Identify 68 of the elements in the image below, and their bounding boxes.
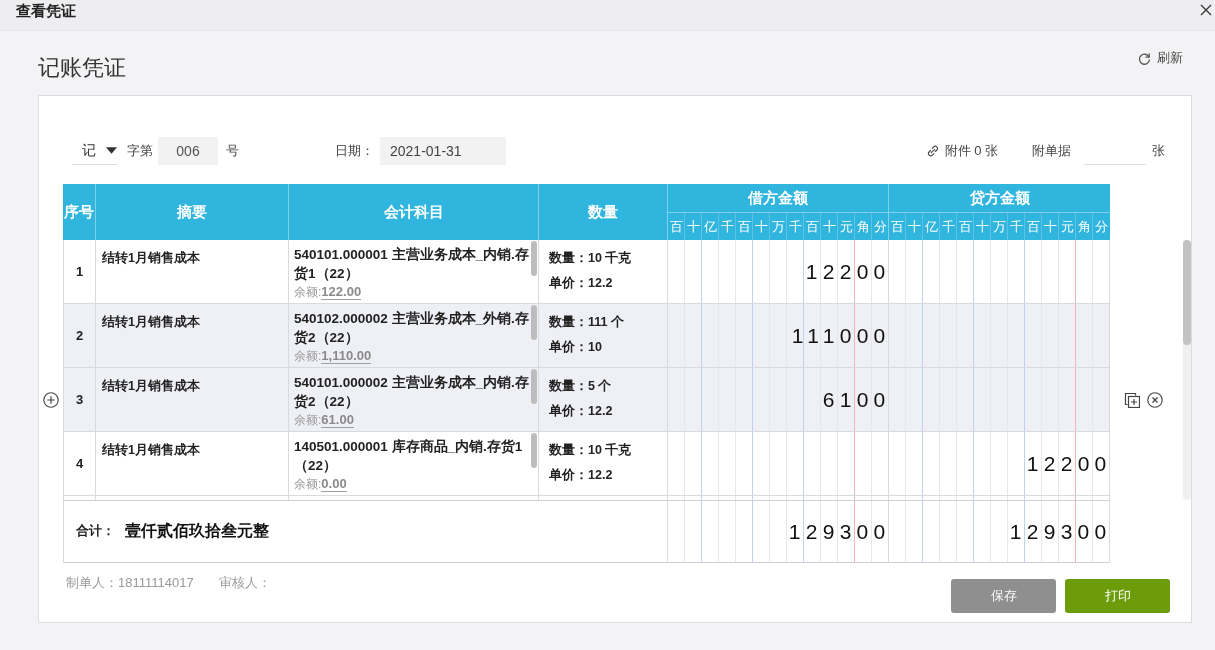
balance-link[interactable]: 1,110.00 — [321, 348, 372, 364]
voucher-number-field[interactable]: 006 — [158, 137, 218, 165]
copy-icon[interactable] — [1124, 392, 1140, 408]
account-text: 540102.000002 主营业务成本_外销.存货2（22） — [294, 310, 529, 347]
balance-link[interactable]: 122.00 — [321, 284, 362, 300]
balance-link[interactable]: 0.00 — [321, 476, 347, 492]
balance-link[interactable]: 61.00 — [321, 412, 354, 428]
summary-text: 结转1月销售成本 — [102, 315, 200, 329]
documents-unit-label: 张 — [1152, 142, 1165, 160]
row-number: 3 — [75, 392, 84, 407]
window-title: 查看凭证 — [16, 2, 76, 19]
print-button[interactable]: 打印 — [1065, 579, 1170, 613]
plus-circle-icon[interactable] — [43, 392, 59, 408]
page-title: 记账凭证 — [38, 54, 126, 82]
unit-price-text: 单价：12.2 — [549, 467, 614, 484]
row-number: 1 — [75, 264, 84, 279]
number-prefix-label: 字第 — [127, 142, 153, 160]
close-icon[interactable] — [1200, 4, 1212, 16]
scrollbar-thumb[interactable] — [1183, 240, 1191, 345]
total-label: 合计： — [76, 523, 115, 540]
balance-label: 余额: — [294, 476, 322, 493]
row-number: 4 — [75, 456, 84, 471]
cell-scrollbar-thumb[interactable] — [531, 241, 537, 276]
maker-text: 制单人：18111114017 — [66, 574, 194, 592]
quantity-text: 数量：5 个 — [549, 378, 613, 395]
account-text: 540101.000002 主营业务成本_内销.存货2（22） — [294, 374, 529, 411]
voucher-type-select[interactable]: 记 — [72, 137, 117, 165]
column-header: 借方金额 — [746, 187, 809, 208]
column-header: 贷方金额 — [968, 187, 1031, 208]
attachments-link[interactable]: 附件 0 张 — [926, 142, 998, 160]
debit-amount: 6100 — [822, 387, 891, 412]
amount-in-words: 壹仟贰佰玖拾叁元整 — [125, 521, 269, 541]
debit-amount: 111000 — [791, 323, 891, 348]
caret-icon — [106, 147, 117, 154]
balance-label: 余额: — [294, 348, 322, 365]
close-circle-icon[interactable] — [1147, 392, 1163, 408]
unit-header: 分 — [873, 217, 888, 236]
account-text: 540101.000001 主营业务成本_内销.存货1（22） — [294, 246, 529, 283]
unit-header: 分 — [1094, 217, 1109, 236]
cell-scrollbar-thumb[interactable] — [531, 305, 537, 340]
unit-price-text: 单价：10 — [549, 339, 603, 356]
refresh-button[interactable]: 刷新 — [1138, 50, 1183, 66]
cell-scrollbar-thumb[interactable] — [531, 369, 537, 404]
debit-amount: 12200 — [805, 259, 891, 284]
quantity-text: 数量：111 个 — [549, 314, 625, 331]
number-suffix-label: 号 — [226, 142, 239, 160]
reviewer-text: 审核人： — [218, 574, 271, 592]
row-number: 2 — [75, 328, 84, 343]
account-text: 140501.000001 库存商品_内销.存货1（22） — [294, 438, 524, 475]
unit-price-text: 单价：12.2 — [549, 403, 614, 420]
date-field[interactable]: 2021-01-31 — [380, 137, 506, 165]
total-credit-amount: 129300 — [1009, 519, 1112, 544]
quantity-text: 数量：10 千克 — [549, 442, 633, 459]
summary-text: 结转1月销售成本 — [102, 379, 200, 393]
refresh-icon — [1138, 51, 1151, 65]
balance-label: 余额: — [294, 284, 322, 301]
link-icon — [926, 145, 939, 157]
summary-text: 结转1月销售成本 — [102, 251, 200, 265]
documents-label: 附单据 — [1032, 142, 1071, 160]
quantity-text: 数量：10 千克 — [549, 250, 633, 267]
summary-text: 结转1月销售成本 — [102, 443, 200, 457]
scrollbar-track[interactable] — [1183, 240, 1191, 500]
unit-price-text: 单价：12.2 — [549, 275, 614, 292]
total-debit-amount: 129300 — [788, 519, 891, 544]
cell-scrollbar-thumb[interactable] — [531, 433, 537, 468]
balance-label: 余额: — [294, 412, 322, 429]
date-label: 日期： — [335, 142, 374, 160]
credit-amount: 12200 — [1026, 451, 1112, 476]
